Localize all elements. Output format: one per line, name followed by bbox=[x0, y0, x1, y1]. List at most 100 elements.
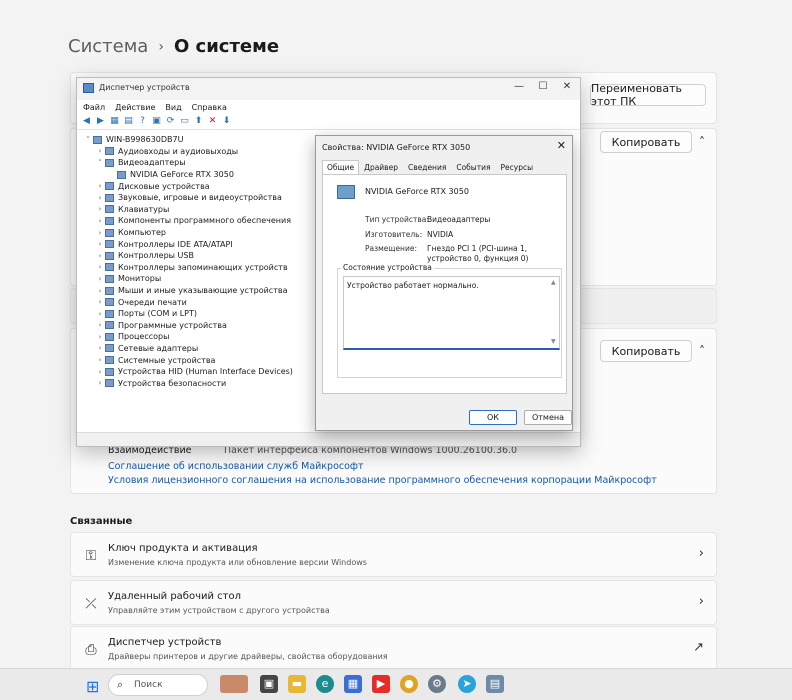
tree-item[interactable]: › Контроллеры IDE ATA/ATAPI bbox=[83, 238, 293, 250]
refresh-icon[interactable]: ⟳ bbox=[165, 116, 176, 127]
chevron-right-icon[interactable]: › bbox=[95, 310, 105, 318]
device-status-textbox[interactable]: Устройство работает нормально. ▲ ▼ bbox=[343, 276, 560, 350]
tree-item[interactable]: NVIDIA GeForce RTX 3050 bbox=[83, 169, 293, 181]
chevron-up-icon[interactable]: ˄ bbox=[694, 134, 710, 150]
chevron-right-icon[interactable]: › bbox=[95, 287, 105, 295]
tree-item[interactable]: › Устройства безопасности bbox=[83, 377, 293, 389]
tree-item[interactable]: › Мыши и иные указывающие устройства bbox=[83, 285, 293, 297]
tree-item[interactable]: ˅ Видеоадаптеры bbox=[83, 157, 293, 169]
settings-icon[interactable]: ⚙ bbox=[428, 675, 446, 693]
windows-start-icon[interactable]: ⊞ bbox=[86, 677, 99, 696]
tree-item[interactable]: › Устройства HID (Human Interface Devices… bbox=[83, 366, 293, 378]
tree-item[interactable]: › Клавиатуры bbox=[83, 204, 293, 216]
chevron-down-icon[interactable]: ˅ bbox=[95, 159, 105, 167]
task-view-icon[interactable]: ▣ bbox=[260, 675, 278, 693]
tab-details[interactable]: Сведения bbox=[403, 160, 451, 175]
chrome-icon[interactable]: ● bbox=[400, 675, 418, 693]
related-product-key[interactable]: ⚿ Ключ продукта и активация Изменение кл… bbox=[70, 532, 717, 577]
taskbar-search[interactable]: ⌕ Поиск bbox=[108, 674, 208, 696]
monitor-icon[interactable]: ▭ bbox=[179, 116, 190, 127]
tree-item-label: Компьютер bbox=[118, 228, 166, 238]
tree-item[interactable]: › Системные устройства bbox=[83, 354, 293, 366]
menu-view[interactable]: Вид bbox=[165, 103, 181, 112]
tree-item[interactable]: › Контроллеры запоминающих устройств bbox=[83, 262, 293, 274]
chevron-right-icon[interactable]: › bbox=[95, 321, 105, 329]
related-device-manager[interactable]: ⎙ Диспетчер устройств Драйверы принтеров… bbox=[70, 626, 717, 671]
chevron-right-icon[interactable]: › bbox=[95, 333, 105, 341]
tree-item[interactable]: › Очереди печати bbox=[83, 296, 293, 308]
chevron-right-icon[interactable]: › bbox=[95, 298, 105, 306]
ok-button[interactable]: ОК bbox=[469, 410, 517, 425]
tree-item[interactable]: › Контроллеры USB bbox=[83, 250, 293, 262]
rename-pc-button[interactable]: Переименовать этот ПК bbox=[590, 82, 706, 108]
chevron-down-icon[interactable]: ˅ bbox=[83, 136, 93, 144]
scrollbar[interactable]: ▲ ▼ bbox=[550, 277, 559, 348]
widget-app-icon[interactable] bbox=[220, 675, 248, 693]
chevron-right-icon[interactable]: › bbox=[95, 263, 105, 271]
uninstall-icon[interactable]: ✕ bbox=[207, 116, 218, 127]
chevron-right-icon[interactable]: › bbox=[95, 356, 105, 364]
scroll-up-icon[interactable]: ▲ bbox=[551, 279, 556, 286]
maximize-icon[interactable]: ☐ bbox=[531, 81, 555, 92]
tree-item[interactable]: › Звуковые, игровые и видеоустройства bbox=[83, 192, 293, 204]
store-icon[interactable]: ▦ bbox=[344, 675, 362, 693]
chevron-right-icon[interactable]: › bbox=[95, 229, 105, 237]
license-terms-link[interactable]: Условия лицензионного соглашения на испо… bbox=[108, 475, 657, 486]
tree-item[interactable]: › Сетевые адаптеры bbox=[83, 343, 293, 355]
chevron-right-icon[interactable]: › bbox=[95, 194, 105, 202]
tree-item[interactable]: › Компоненты программного обеспечения bbox=[83, 215, 293, 227]
tab-events[interactable]: События bbox=[451, 160, 495, 175]
youtube-icon[interactable]: ▶ bbox=[372, 675, 390, 693]
tree-item[interactable]: › Программные устройства bbox=[83, 320, 293, 332]
chevron-right-icon[interactable]: › bbox=[95, 240, 105, 248]
close-icon[interactable]: ✕ bbox=[557, 139, 566, 152]
help-icon[interactable]: ? bbox=[137, 116, 148, 127]
tree-item[interactable]: › Аудиовходы и аудиовыходы bbox=[83, 146, 293, 158]
file-explorer-icon[interactable]: ▬ bbox=[288, 675, 306, 693]
chevron-right-icon[interactable]: › bbox=[95, 147, 105, 155]
chevron-right-icon[interactable]: › bbox=[95, 379, 105, 387]
copy-button-2[interactable]: Копировать bbox=[600, 340, 692, 362]
tree-item[interactable]: ˅ WIN-B998630DB7U bbox=[83, 134, 293, 146]
minimize-icon[interactable]: — bbox=[507, 81, 531, 92]
services-agreement-link[interactable]: Соглашение об использовании служб Майкро… bbox=[108, 461, 364, 472]
tree-item[interactable]: › Компьютер bbox=[83, 227, 293, 239]
menu-help[interactable]: Справка bbox=[192, 103, 227, 112]
chevron-right-icon[interactable]: › bbox=[95, 252, 105, 260]
related-title: Ключ продукта и активация bbox=[108, 543, 258, 554]
tab-driver[interactable]: Драйвер bbox=[359, 160, 403, 175]
copy-button-1[interactable]: Копировать bbox=[600, 131, 692, 153]
tab-general[interactable]: Общие bbox=[322, 160, 360, 175]
forward-icon[interactable]: ▶ bbox=[95, 116, 106, 127]
tab-resources[interactable]: Ресурсы bbox=[496, 160, 539, 175]
cancel-button[interactable]: Отмена bbox=[524, 410, 572, 425]
breadcrumb-parent[interactable]: Система bbox=[68, 36, 148, 57]
chevron-right-icon[interactable]: › bbox=[95, 344, 105, 352]
back-icon[interactable]: ◀ bbox=[81, 116, 92, 127]
edge-icon[interactable]: e bbox=[316, 675, 334, 693]
menu-file[interactable]: Файл bbox=[83, 103, 105, 112]
tree-item[interactable]: › Мониторы bbox=[83, 273, 293, 285]
list-icon[interactable]: ▤ bbox=[123, 116, 134, 127]
menu-action[interactable]: Действие bbox=[115, 103, 155, 112]
view-icon[interactable]: ▣ bbox=[151, 116, 162, 127]
update-driver-icon[interactable]: ⬆ bbox=[193, 116, 204, 127]
scroll-down-icon[interactable]: ▼ bbox=[551, 338, 556, 345]
device-manager-taskbar-icon[interactable]: ▤ bbox=[486, 675, 504, 693]
telegram-icon[interactable]: ➤ bbox=[458, 675, 476, 693]
tree-item-label: Процессоры bbox=[118, 332, 170, 342]
chevron-right-icon[interactable]: › bbox=[95, 275, 105, 283]
chevron-right-icon[interactable]: › bbox=[95, 368, 105, 376]
tree-item[interactable]: › Дисковые устройства bbox=[83, 180, 293, 192]
tree-item[interactable]: › Порты (COM и LPT) bbox=[83, 308, 293, 320]
device-manager-titlebar[interactable]: Диспетчер устройств — ☐ ✕ bbox=[77, 78, 580, 100]
chevron-right-icon[interactable]: › bbox=[95, 182, 105, 190]
tree-item[interactable]: › Процессоры bbox=[83, 331, 293, 343]
properties-icon[interactable]: ▦ bbox=[109, 116, 120, 127]
chevron-right-icon[interactable]: › bbox=[95, 205, 105, 213]
download-icon[interactable]: ⬇ bbox=[221, 116, 232, 127]
close-icon[interactable]: ✕ bbox=[555, 81, 579, 92]
chevron-up-icon-2[interactable]: ˄ bbox=[694, 343, 710, 359]
related-remote-desktop[interactable]: ⤫ Удаленный рабочий стол Управляйте этим… bbox=[70, 580, 717, 625]
chevron-right-icon[interactable]: › bbox=[95, 217, 105, 225]
